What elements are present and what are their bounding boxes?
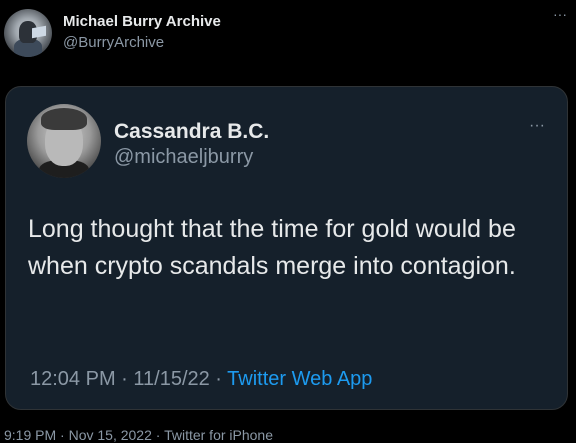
quoted-author-name[interactable]: Cassandra B.C. (114, 120, 269, 144)
quoted-tweet-card[interactable]: Cassandra B.C. @michaeljburry ··· Long t… (5, 86, 568, 410)
outer-author-handle[interactable]: @BurryArchive (63, 34, 164, 51)
outer-timestamp[interactable]: 9:19 PM · Nov 15, 2022 · (4, 427, 164, 443)
outer-author-name[interactable]: Michael Burry Archive (63, 13, 221, 30)
ellipsis-icon[interactable]: ··· (549, 6, 571, 28)
quoted-tweet-meta: 12:04 PM · 11/15/22 · Twitter Web App (30, 368, 372, 391)
quoted-avatar[interactable] (27, 104, 101, 178)
quoted-tweet-text: Long thought that the time for gold woul… (28, 215, 516, 280)
quoted-timestamp[interactable]: 12:04 PM · 11/15/22 · (30, 368, 227, 390)
outer-tweet-meta: 9:19 PM · Nov 15, 2022 · Twitter for iPh… (4, 427, 273, 443)
outer-source-link[interactable]: Twitter for iPhone (164, 427, 273, 443)
ellipsis-icon[interactable]: ··· (523, 118, 551, 137)
quoted-author-handle[interactable]: @michaeljburry (114, 146, 253, 169)
outer-avatar[interactable] (4, 9, 52, 57)
quoted-source-link[interactable]: Twitter Web App (227, 368, 372, 390)
